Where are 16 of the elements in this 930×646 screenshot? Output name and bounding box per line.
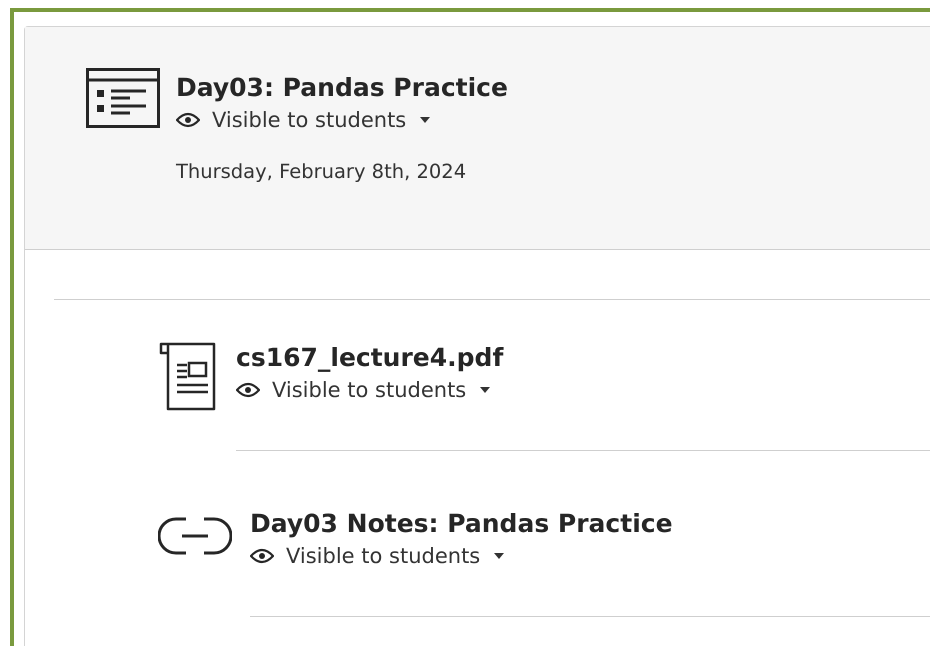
eye-icon — [176, 112, 200, 128]
item-title[interactable]: cs167_lecture4.pdf — [236, 341, 930, 375]
eye-icon — [250, 548, 274, 564]
visibility-dropdown[interactable]: Visible to students — [236, 375, 490, 405]
document-icon — [158, 341, 218, 411]
link-icon — [158, 516, 232, 556]
visibility-dropdown[interactable]: Visible to students — [176, 105, 430, 135]
visibility-dropdown[interactable]: Visible to students — [250, 541, 504, 571]
caret-icon — [480, 387, 490, 393]
caret-icon — [420, 117, 430, 123]
module-title[interactable]: Day03: Pandas Practice — [176, 71, 508, 105]
eye-icon — [236, 382, 260, 398]
module-date: Thursday, February 8th, 2024 — [176, 159, 468, 185]
module-icon — [86, 68, 160, 128]
caret-icon — [494, 553, 504, 559]
item-title[interactable]: Day03 Notes: Pandas Practice — [250, 507, 930, 541]
